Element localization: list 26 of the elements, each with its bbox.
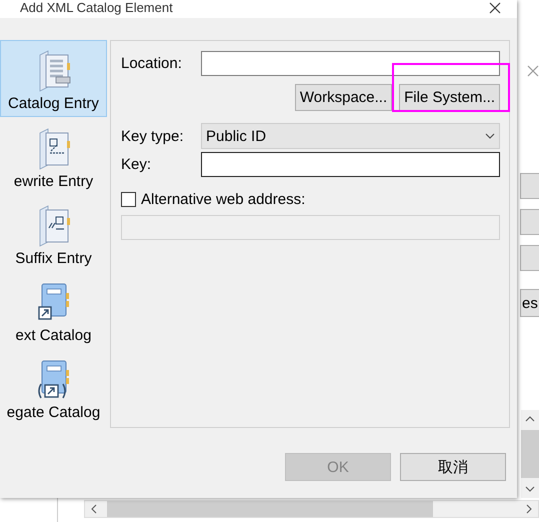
close-icon[interactable] bbox=[489, 2, 501, 14]
browse-button[interactable]: File System... bbox=[399, 84, 500, 111]
browse-button[interactable]: Workspace... bbox=[294, 84, 392, 111]
sidebar-item[interactable]: Suffix Entry bbox=[0, 194, 107, 271]
chevron-down-icon[interactable] bbox=[525, 486, 535, 492]
sidebar-item[interactable]: egate Catalog bbox=[0, 348, 107, 425]
partial-button[interactable]: es bbox=[520, 289, 539, 317]
key-field[interactable] bbox=[201, 152, 500, 177]
key-type-label: Key type: bbox=[121, 128, 185, 144]
chevron-up-icon[interactable] bbox=[525, 416, 535, 422]
window-title: Add XML Catalog Element bbox=[20, 0, 173, 15]
sidebar-item[interactable]: Catalog Entry bbox=[0, 40, 107, 117]
location-label: Location: bbox=[121, 55, 183, 72]
checkbox-square[interactable] bbox=[121, 192, 136, 207]
chevron-left-icon[interactable] bbox=[91, 504, 97, 514]
vertical-scrollbar[interactable] bbox=[521, 410, 539, 498]
sidebar-item[interactable]: ewrite Entry bbox=[0, 117, 107, 194]
key-type-dropdown[interactable]: Public ID bbox=[201, 123, 500, 149]
chevron-right-icon[interactable] bbox=[526, 504, 532, 514]
location-field[interactable] bbox=[201, 51, 500, 76]
chevron-down-icon bbox=[485, 133, 495, 139]
alternative-address-checkbox[interactable]: Alternative web address: bbox=[121, 191, 500, 208]
horizontal-scrollbar[interactable] bbox=[84, 500, 539, 518]
dialog-button[interactable]: 取消 bbox=[400, 453, 506, 481]
key-label: Key: bbox=[121, 156, 152, 173]
sidebar-item[interactable]: ext Catalog bbox=[0, 271, 107, 348]
